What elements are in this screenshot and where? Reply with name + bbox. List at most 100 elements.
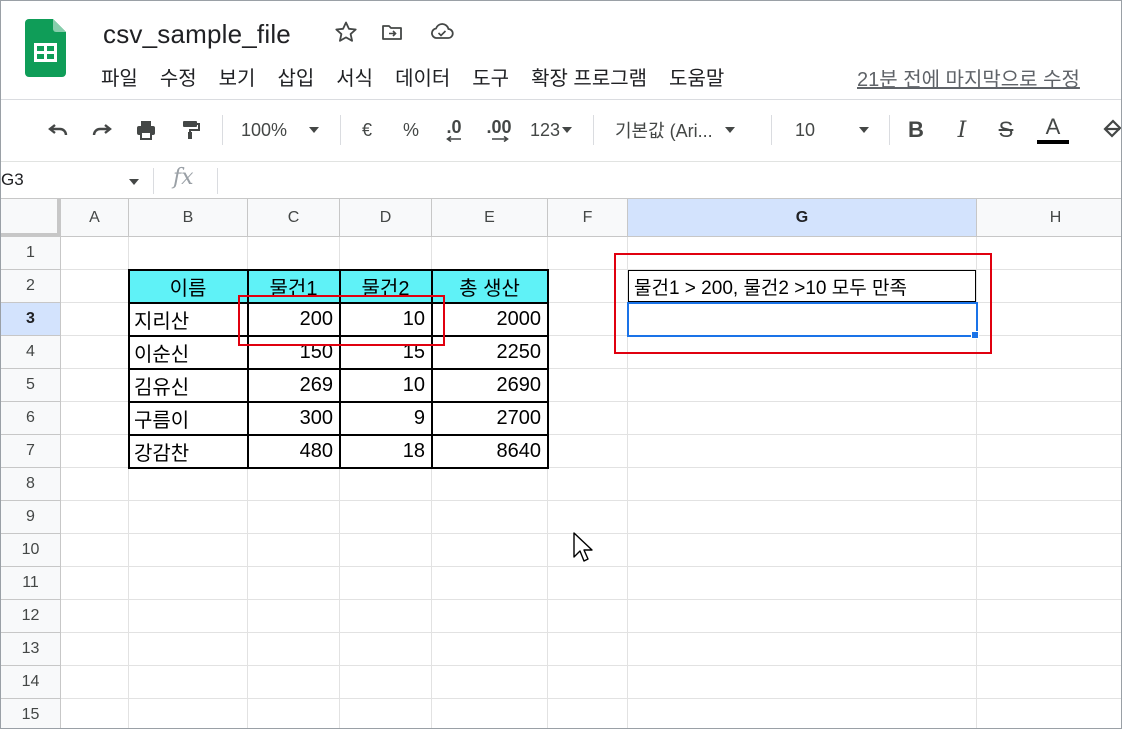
table-cell[interactable]: 300 [248, 402, 339, 434]
table-border [128, 368, 549, 370]
text-color-button[interactable]: A [1035, 115, 1071, 145]
row-header-11[interactable]: 11 [1, 567, 61, 600]
column-header-c[interactable]: C [248, 199, 340, 237]
table-cell[interactable]: 구름이 [129, 402, 247, 434]
table-cell[interactable]: 이순신 [129, 336, 247, 368]
formula-input[interactable] [225, 166, 1115, 196]
formula-divider [217, 168, 218, 194]
column-header-b[interactable]: B [129, 199, 248, 237]
table-cell[interactable]: 480 [248, 435, 339, 467]
zoom-select[interactable]: 100% [241, 115, 329, 145]
row-header-5[interactable]: 5 [1, 369, 61, 402]
table-header-name[interactable]: 이름 [129, 270, 247, 302]
sheet-grid[interactable]: A B C D E F G H 1 2 3 4 5 6 7 8 9 10 11 … [1, 199, 1121, 728]
cloud-saved-icon[interactable] [429, 19, 455, 45]
table-cell[interactable]: 강감찬 [129, 435, 247, 467]
table-cell[interactable]: 김유신 [129, 369, 247, 401]
italic-button[interactable]: I [949, 115, 975, 145]
column-header-e[interactable]: E [432, 199, 548, 237]
row-header-6[interactable]: 6 [1, 402, 61, 435]
table-cell[interactable]: 18 [340, 435, 431, 467]
header-divider [1, 99, 1121, 100]
row-header-15[interactable]: 15 [1, 699, 61, 728]
toolbar-separator [889, 115, 890, 145]
paint-format-icon[interactable] [175, 115, 205, 145]
sheets-window: csv_sample_file 파일 수정 보기 삽입 서식 데이터 도구 확장… [0, 0, 1122, 729]
menu-data[interactable]: 데이터 [395, 62, 450, 91]
decrease-decimal-label: .0 [446, 117, 462, 137]
decrease-decimal-button[interactable]: .0 [439, 115, 469, 145]
gridline [547, 237, 548, 728]
gridline [61, 632, 1121, 633]
row-header-2[interactable]: 2 [1, 270, 61, 303]
menu-format[interactable]: 서식 [336, 62, 373, 91]
arrow-left-icon [446, 136, 461, 142]
row-header-1[interactable]: 1 [1, 237, 61, 270]
more-formats-button[interactable]: 123 [525, 115, 577, 145]
column-header-h[interactable]: H [977, 199, 1121, 237]
increase-decimal-button[interactable]: .00 [481, 115, 517, 145]
undo-icon[interactable] [43, 115, 73, 145]
column-header-d[interactable]: D [340, 199, 432, 237]
strikethrough-button[interactable]: S [993, 115, 1019, 145]
row-header-14[interactable]: 14 [1, 666, 61, 699]
menu-extensions[interactable]: 확장 프로그램 [531, 62, 647, 91]
table-header-total[interactable]: 총 생산 [432, 270, 547, 302]
text-color-swatch [1037, 140, 1069, 144]
toolbar-separator [771, 115, 772, 145]
menu-tools[interactable]: 도구 [472, 62, 509, 91]
row-header-4[interactable]: 4 [1, 336, 61, 369]
redo-icon[interactable] [87, 115, 117, 145]
chevron-down-icon[interactable] [129, 179, 139, 185]
row-header-13[interactable]: 13 [1, 633, 61, 666]
table-cell[interactable]: 2690 [432, 369, 547, 401]
table-cell[interactable]: 10 [340, 369, 431, 401]
menu-help[interactable]: 도움말 [669, 62, 724, 91]
zoom-value: 100% [241, 119, 288, 140]
text-color-label: A [1045, 114, 1061, 139]
row-header-10[interactable]: 10 [1, 534, 61, 567]
row-header-12[interactable]: 12 [1, 600, 61, 633]
column-header-f[interactable]: F [548, 199, 628, 237]
column-header-a[interactable]: A [61, 199, 129, 237]
move-to-folder-icon[interactable] [379, 19, 405, 45]
font-value: 기본값 (Ari... [615, 121, 713, 141]
column-header-g[interactable]: G [628, 199, 977, 237]
bold-button[interactable]: B [903, 115, 929, 145]
row-header-7[interactable]: 7 [1, 435, 61, 468]
toolbar-separator [222, 115, 223, 145]
table-cell[interactable]: 2000 [432, 303, 547, 335]
row-header-8[interactable]: 8 [1, 468, 61, 501]
table-cell[interactable]: 9 [340, 402, 431, 434]
sheets-logo-icon[interactable] [25, 19, 66, 77]
font-select[interactable]: 기본값 (Ari... [615, 115, 759, 145]
menu-file[interactable]: 파일 [101, 62, 138, 91]
table-cell[interactable]: 지리산 [129, 303, 247, 335]
star-icon[interactable] [333, 19, 359, 45]
fill-color-icon[interactable] [1099, 115, 1121, 145]
table-cell[interactable]: 8640 [432, 435, 547, 467]
name-box[interactable]: G3 [1, 170, 24, 190]
currency-button[interactable]: € [355, 115, 379, 145]
gridline [61, 665, 1121, 666]
more-formats-label: 123 [529, 119, 561, 140]
row-header-9[interactable]: 9 [1, 501, 61, 534]
last-edit-link[interactable]: 21분 전에 마지막으로 수정 [857, 63, 1080, 92]
menu-edit[interactable]: 수정 [160, 62, 197, 91]
select-all-corner[interactable] [1, 199, 61, 237]
menu-view[interactable]: 보기 [219, 62, 256, 91]
font-size-select[interactable]: 10 [795, 115, 877, 145]
row-header-3[interactable]: 3 [1, 303, 61, 336]
table-cell[interactable]: 269 [248, 369, 339, 401]
gridline [61, 500, 1121, 501]
menu-bar: 파일 수정 보기 삽입 서식 데이터 도구 확장 프로그램 도움말 [101, 62, 746, 91]
annotation-box [238, 295, 445, 346]
menu-insert[interactable]: 삽입 [277, 62, 314, 91]
table-cell[interactable]: 2250 [432, 336, 547, 368]
percent-button[interactable]: % [399, 115, 423, 145]
document-title[interactable]: csv_sample_file [103, 19, 291, 50]
table-cell[interactable]: 2700 [432, 402, 547, 434]
print-icon[interactable] [131, 115, 161, 145]
toolbar-separator [593, 115, 594, 145]
increase-decimal-label: .00 [486, 117, 512, 137]
